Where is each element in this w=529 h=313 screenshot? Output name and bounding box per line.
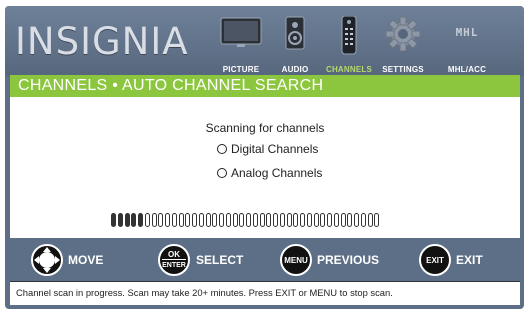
option-digital-channels: Digital Channels: [217, 142, 318, 156]
menu-item-label: AUDIO: [281, 65, 309, 74]
option-analog-channels: Analog Channels: [217, 166, 322, 180]
progress-segment: [367, 213, 373, 227]
progress-segment: [232, 213, 238, 227]
progress-segment: [239, 213, 245, 227]
progress-segment: [313, 213, 319, 227]
progress-segment: [354, 213, 359, 227]
exit-label: EXIT: [456, 253, 483, 267]
progress-segment: [252, 213, 258, 227]
previous-label: PREVIOUS: [317, 253, 380, 267]
enter-text: ENTER: [162, 259, 186, 270]
insignia-logo: INSIGNIA: [15, 20, 189, 63]
progress-segment: [158, 213, 164, 227]
menu-item-label: SETTINGS: [382, 65, 424, 74]
progress-segment: [246, 213, 251, 227]
exit-text: EXIT: [426, 255, 444, 265]
menu-item-picture[interactable]: PICTURE: [215, 12, 267, 74]
progress-segment: [360, 213, 366, 227]
tv-icon: [220, 17, 262, 47]
progress-segment: [117, 213, 123, 227]
move-label: MOVE: [68, 253, 104, 267]
progress-segment: [151, 213, 157, 227]
page-title: CHANNELS • AUTO CHANNEL SEARCH: [18, 77, 324, 94]
progress-segment: [266, 213, 272, 227]
progress-segment: [192, 213, 197, 227]
menu-item-mhl-acc[interactable]: MHL MHL/ACC: [437, 12, 497, 74]
progress-segment: [225, 213, 231, 227]
menu-item-label: CHANNELS: [325, 65, 373, 74]
move-dpad-icon: [31, 244, 63, 276]
progress-segment: [178, 213, 184, 227]
status-bar: Channel scan in progress. Scan may take …: [10, 281, 520, 305]
menu-item-channels[interactable]: CHANNELS: [325, 12, 373, 74]
progress-segment: [212, 213, 218, 227]
progress-segment: [327, 213, 332, 227]
tv-menu-screen: INSIGNIA PICTURE AUDIO CHANNELS SETTINGS…: [5, 6, 524, 309]
gear-icon: [385, 16, 421, 52]
progress-segment: [333, 213, 339, 227]
progress-segment: [124, 213, 130, 227]
button-legend: MOVE OK ENTER SELECT MENU PREVIOUS EXIT …: [5, 240, 524, 280]
progress-segment: [171, 213, 177, 227]
exit-button-icon: EXIT: [419, 244, 451, 276]
option-label: Digital Channels: [231, 142, 319, 156]
progress-segment: [198, 213, 204, 227]
mhl-logo-icon: MHL: [455, 26, 479, 39]
radio-indicator-icon: [217, 144, 227, 154]
menu-header: INSIGNIA PICTURE AUDIO CHANNELS SETTINGS…: [5, 6, 524, 76]
progress-segment: [340, 213, 346, 227]
progress-segment: [273, 213, 278, 227]
scan-status-heading: Scanning for channels: [205, 121, 325, 135]
progress-segment: [111, 213, 116, 227]
progress-segment: [165, 213, 170, 227]
progress-segment: [320, 213, 326, 227]
progress-segment: [306, 213, 312, 227]
arrow-pad-icon: [34, 247, 60, 273]
panel-title-bar: CHANNELS • AUTO CHANNEL SEARCH: [10, 75, 520, 97]
progress-segment: [374, 213, 380, 227]
option-label: Analog Channels: [231, 166, 323, 180]
menu-button-icon: MENU: [280, 244, 312, 276]
speaker-icon: [285, 16, 305, 50]
progress-segment: [300, 213, 305, 227]
progress-segment: [293, 213, 299, 227]
scan-progress-bar: [111, 212, 381, 228]
progress-segment: [286, 213, 292, 227]
menu-item-label: MHL/ACC: [447, 65, 487, 74]
progress-segment: [131, 213, 137, 227]
menu-item-label: PICTURE: [222, 65, 260, 74]
menu-item-settings[interactable]: SETTINGS: [378, 12, 428, 74]
auto-channel-search-panel: CHANNELS • AUTO CHANNEL SEARCH Scanning …: [10, 75, 520, 238]
progress-segment: [259, 213, 265, 227]
ok-text: OK: [168, 250, 180, 259]
status-message: Channel scan in progress. Scan may take …: [16, 287, 393, 298]
progress-segment: [144, 213, 150, 227]
ok-enter-button-icon: OK ENTER: [158, 244, 190, 276]
radio-indicator-icon: [217, 168, 227, 178]
progress-segment: [205, 213, 211, 227]
progress-segment: [138, 213, 143, 227]
progress-segment: [219, 213, 224, 227]
progress-segment: [347, 213, 353, 227]
select-label: SELECT: [196, 253, 244, 267]
remote-icon: [341, 16, 357, 55]
menu-item-audio[interactable]: AUDIO: [275, 12, 315, 74]
progress-segment: [279, 213, 285, 227]
menu-text: MENU: [284, 255, 308, 265]
progress-segment: [185, 213, 191, 227]
